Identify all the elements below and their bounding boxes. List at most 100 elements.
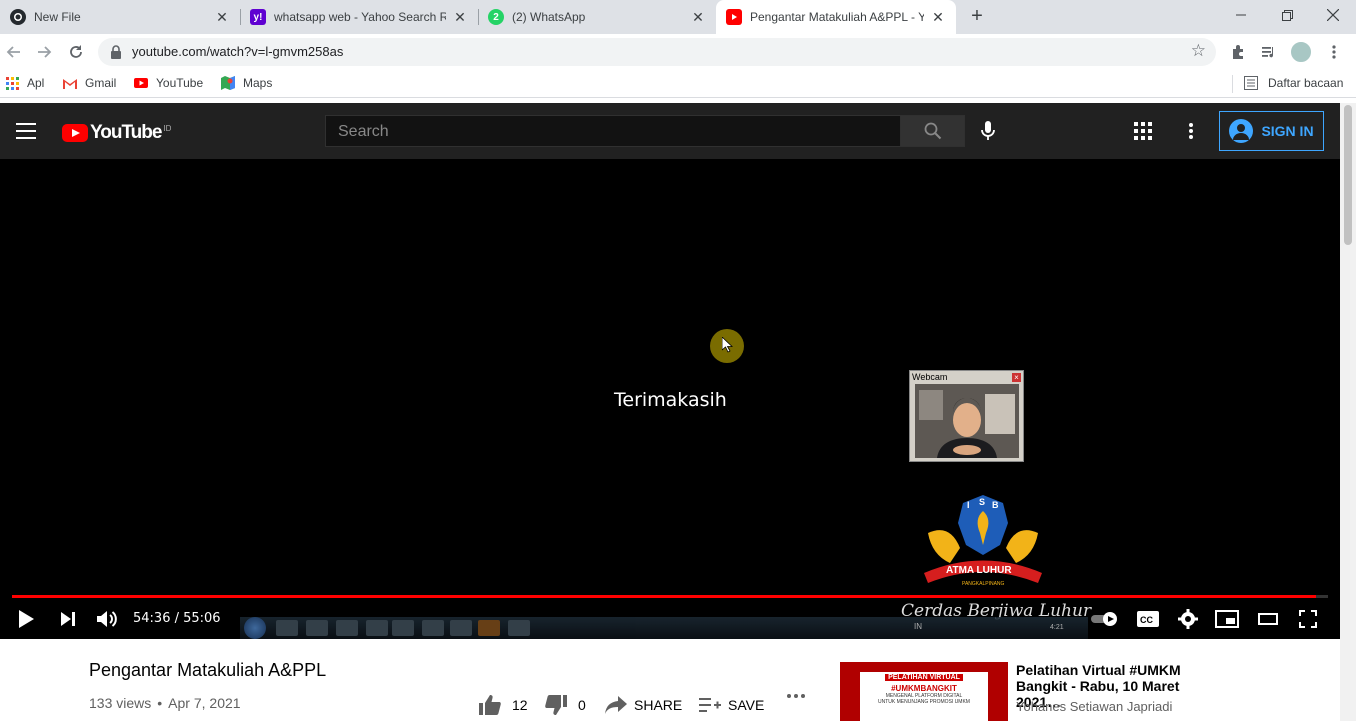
- media-control-icon[interactable]: [1258, 41, 1280, 63]
- progress-played: [12, 595, 1317, 598]
- tab-whatsapp[interactable]: 2 (2) WhatsApp ✕: [478, 0, 716, 34]
- recommended-channel[interactable]: Yohanes Setiawan Japriadi: [1016, 699, 1172, 714]
- bookmark-maps[interactable]: Maps: [221, 76, 272, 90]
- fullscreen-icon: [1299, 610, 1317, 628]
- cursor-icon: [722, 337, 734, 353]
- youtube-icon: [726, 9, 742, 25]
- tab-yahoo-search[interactable]: y! whatsapp web - Yahoo Search Re ✕: [240, 0, 478, 34]
- whatsapp-icon: 2: [488, 9, 504, 25]
- close-icon[interactable]: ✕: [214, 9, 230, 25]
- taskbar-app: [276, 620, 298, 636]
- taskbar-app: [508, 620, 530, 636]
- taskbar-app: [336, 620, 358, 636]
- back-arrow-icon: [6, 46, 20, 58]
- webcam-title: Webcam: [912, 372, 948, 382]
- volume-icon: [97, 611, 117, 627]
- profile-avatar[interactable]: [1290, 41, 1312, 63]
- thumbs-down-icon: [544, 693, 568, 717]
- recommended-thumbnail[interactable]: PELATIHAN VIRTUAL #UMKMBANGKIT MENGENAL …: [840, 662, 1008, 721]
- svg-text:PANGKALPINANG: PANGKALPINANG: [962, 581, 1005, 587]
- youtube-logo[interactable]: YouTube ID: [62, 122, 171, 144]
- reading-list-icon: [1244, 76, 1258, 90]
- playlist-add-icon: [698, 693, 722, 717]
- more-actions-button[interactable]: [786, 693, 806, 699]
- bookmark-label: Maps: [243, 76, 273, 90]
- webcam-feed: [915, 384, 1019, 458]
- extensions-icon[interactable]: [1227, 41, 1249, 63]
- tab-new-file[interactable]: New File ✕: [0, 0, 240, 34]
- page-scrollbar[interactable]: [1340, 103, 1356, 721]
- new-tab-button[interactable]: +: [965, 5, 989, 29]
- settings-button[interactable]: [1176, 607, 1200, 631]
- subtitles-button[interactable]: CC: [1136, 607, 1160, 631]
- reading-list-button[interactable]: Daftar bacaan: [1244, 76, 1343, 90]
- search-placeholder: Search: [338, 123, 389, 140]
- recorded-taskbar: IN 4:21: [240, 617, 1088, 639]
- search-button[interactable]: [900, 115, 965, 147]
- play-icon: [19, 610, 34, 628]
- maps-icon: [221, 76, 235, 90]
- account-icon: [1229, 119, 1254, 143]
- progress-bar[interactable]: [12, 595, 1328, 598]
- reload-button[interactable]: [62, 38, 90, 66]
- video-meta: 133 views • Apr 7, 2021: [89, 695, 241, 711]
- volume-button[interactable]: [94, 607, 120, 631]
- svg-text:CC: CC: [1140, 615, 1153, 625]
- logo-wordmark: YouTube: [90, 122, 162, 143]
- url-text: youtube.com/watch?v=l-gmvm258as: [132, 44, 344, 59]
- chrome-menu-icon[interactable]: [1323, 41, 1345, 63]
- settings-more-icon[interactable]: [1179, 119, 1203, 143]
- youtube-masthead: YouTube ID Search SIGN IN: [0, 103, 1340, 159]
- webcam-window: Webcam ×: [909, 370, 1024, 462]
- browser-tab-strip: New File ✕ y! whatsapp web - Yahoo Searc…: [0, 0, 1356, 34]
- skip-next-icon: [61, 612, 75, 626]
- miniplayer-button[interactable]: [1214, 607, 1240, 631]
- bookmark-label: Gmail: [85, 76, 117, 90]
- browser-toolbar: youtube.com/watch?v=l-gmvm258as ☆: [0, 34, 1356, 70]
- close-icon[interactable]: ✕: [690, 9, 706, 25]
- search-input[interactable]: Search: [325, 115, 901, 147]
- tab-youtube-video[interactable]: Pengantar Matakuliah A&PPL - Y ✕: [716, 0, 956, 34]
- like-count: 12: [512, 697, 528, 713]
- taskbar-app: [478, 620, 500, 636]
- sign-in-button[interactable]: SIGN IN: [1219, 111, 1324, 151]
- save-label: SAVE: [728, 697, 765, 713]
- autoplay-toggle[interactable]: [1090, 607, 1120, 631]
- close-window-button[interactable]: [1310, 0, 1356, 30]
- slide-text: Terimakasih: [614, 389, 727, 411]
- time-display: 54:36 / 55:06: [133, 611, 221, 626]
- youtube-apps-icon[interactable]: [1131, 119, 1155, 143]
- close-icon[interactable]: ✕: [930, 9, 946, 25]
- back-button[interactable]: [0, 38, 28, 66]
- forward-arrow-icon: [38, 46, 52, 58]
- reading-list-label: Daftar bacaan: [1268, 76, 1344, 90]
- forward-button[interactable]: [30, 38, 58, 66]
- like-button[interactable]: 12: [478, 693, 528, 717]
- bookmark-gmail[interactable]: Gmail: [63, 76, 116, 90]
- share-button[interactable]: SHARE: [604, 693, 682, 717]
- video-title: Pengantar Matakuliah A&PPL: [89, 660, 327, 680]
- tab-title: (2) WhatsApp: [512, 10, 586, 24]
- youtube-icon: [134, 76, 148, 90]
- bookmark-apps[interactable]: Apl: [5, 76, 44, 90]
- tab-title: Pengantar Matakuliah A&PPL - Y: [750, 10, 924, 24]
- bookmark-youtube[interactable]: YouTube: [134, 76, 203, 90]
- play-button[interactable]: [14, 607, 38, 631]
- menu-icon[interactable]: [16, 123, 36, 139]
- taskbar-app: [392, 620, 414, 636]
- minimize-button[interactable]: [1218, 0, 1264, 30]
- scrollbar-thumb[interactable]: [1344, 105, 1352, 245]
- youtube-play-icon: [62, 124, 88, 142]
- next-button[interactable]: [56, 607, 80, 631]
- save-button[interactable]: SAVE: [698, 693, 764, 717]
- fullscreen-button[interactable]: [1296, 607, 1320, 631]
- svg-text:S: S: [979, 497, 985, 507]
- theater-mode-button[interactable]: [1256, 607, 1280, 631]
- restore-button[interactable]: [1264, 0, 1310, 30]
- close-icon[interactable]: ✕: [452, 9, 468, 25]
- dislike-button[interactable]: 0: [544, 693, 586, 717]
- bookmark-star-icon[interactable]: ☆: [1191, 41, 1206, 61]
- microphone-icon[interactable]: [976, 119, 1000, 143]
- video-player[interactable]: Terimakasih Webcam × I S B ATMA LUHUR PA…: [0, 159, 1340, 639]
- address-bar[interactable]: youtube.com/watch?v=l-gmvm258as ☆: [98, 38, 1216, 66]
